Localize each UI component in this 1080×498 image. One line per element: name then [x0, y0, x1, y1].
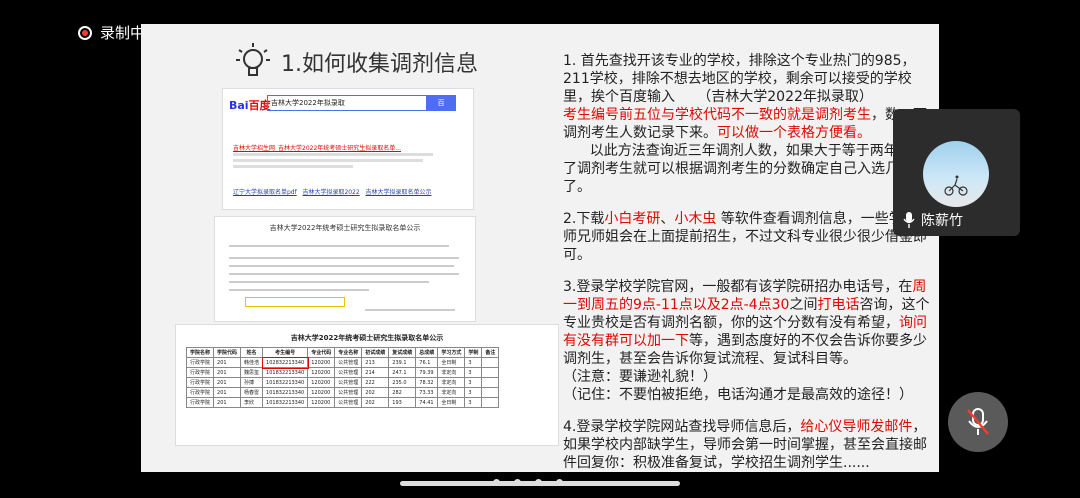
table-row: 行政学院 201 杨春雷 101832213340 120200 公共管理 202 282 73… — [185, 387, 500, 398]
table-cell: 222 — [361, 377, 390, 388]
table-cell — [481, 357, 500, 368]
slide-title-row: 1.如何收集调剂信息 — [235, 42, 478, 82]
table-cell: 101832213340 — [262, 367, 309, 378]
table-cell: 235.0 — [388, 377, 417, 388]
table-cell: 公共管理 — [334, 357, 363, 368]
table-cell: 214 — [361, 367, 390, 378]
recording-label: 录制中 — [100, 24, 146, 42]
baidu-related-searches: 辽宁大学拟录取名单pdf 吉林大学拟录取2022 吉林大学拟录取名单公示 — [233, 189, 432, 196]
participant-name-row: 陈薪竹 — [903, 210, 963, 230]
table-cell: 102832213340 — [261, 356, 309, 369]
table-cell: 201 — [213, 357, 242, 368]
cyclist-icon — [944, 175, 968, 196]
table-cell — [481, 387, 500, 398]
admission-notice-screenshot: 吉林大学2022年统考硕士研究生拟录取名单公示 — [214, 216, 476, 322]
table-cell: 韩佳浩 — [240, 357, 264, 368]
table-cell: 201 — [213, 387, 242, 398]
table-cell: 239.1 — [388, 357, 417, 368]
notice-heading: 吉林大学2022年统考硕士研究生拟录取名单公示 — [269, 224, 421, 232]
baidu-search-query: 吉林大学2022年拟录取 — [267, 95, 428, 111]
record-icon — [78, 25, 92, 40]
table-row: 行政学院 201 韩佳浩 102832213340 120200 公共管理 213 239.1… — [185, 356, 500, 369]
slide-text-column: 1. 首先查找开该专业的学校，排除这个专业热门的985，211学校，排除不想去地… — [563, 52, 939, 472]
table-cell: 魏思玺 — [240, 367, 264, 378]
table-cell: 3 — [464, 387, 483, 398]
table-cell: 3 — [464, 367, 483, 378]
table-cell: 120200 — [307, 367, 336, 378]
table-cell: 120200 — [307, 387, 336, 398]
table-cell: 120200 — [307, 397, 336, 408]
table-cell: 3 — [464, 357, 483, 368]
table-cell: 行政学院 — [185, 357, 215, 368]
table-cell: 201 — [213, 397, 242, 408]
paragraph-2: 2.下载小白考研、小木虫 等软件查看调剂信息，一些学师，师兄师姐会在上面提前招生… — [563, 211, 931, 263]
table-cell: 公共管理 — [334, 397, 363, 408]
table-cell: 3 — [464, 397, 483, 408]
table-cell: 行政学院 — [185, 367, 215, 378]
admission-table-screenshot: 吉林大学2022年统考硕士研究生拟录取名单公示 学院名称 学院代码 姓名 考生编号 专业… — [175, 324, 559, 446]
table-cell: 201 — [213, 367, 242, 378]
table-cell: 孙搏 — [240, 377, 264, 388]
table-cell — [481, 367, 500, 378]
table-row: 行政学院 201 李欣 101832213340 120200 公共管理 202 193 74.… — [185, 397, 500, 408]
table-cell: 全日制 — [437, 357, 466, 368]
avatar — [923, 141, 989, 207]
paragraph-3: 3.登录学校学院官网，一般都有该学院研招办电话号，在周一到周五的9点-11点以及… — [563, 279, 930, 403]
table-cell: 202 — [361, 387, 390, 398]
admission-table: 学院名称 学院代码 姓名 考生编号 专业代码 专业名称 初试成绩 复试成绩 总成绩 学习方式 学制备… — [185, 347, 500, 408]
table-cell: 213 — [361, 357, 390, 368]
table-cell — [481, 397, 500, 408]
table-heading: 吉林大学2022年统考硕士研究生拟录取名单公示 — [290, 334, 444, 342]
table-cell: 202 — [361, 397, 390, 408]
table-cell: 73.33 — [415, 387, 439, 398]
slide-title: 1.如何收集调剂信息 — [281, 52, 478, 77]
recording-indicator[interactable]: 录制中 — [78, 22, 145, 43]
table-cell: 公共管理 — [334, 377, 363, 388]
attachment-highlight — [245, 297, 345, 307]
table-cell: 101832213340 — [262, 387, 309, 398]
shared-slide: 1.如何收集调剂信息 Bai百度 吉林大学2022年拟录取 百 吉林大学招生网_… — [141, 24, 939, 472]
table-cell: 公共管理 — [334, 367, 363, 378]
table-cell: 120200 — [307, 357, 336, 368]
table-cell: 公共管理 — [334, 387, 363, 398]
table-row: 行政学院 201 孙搏 101832213340 120200 公共管理 222 235.0 7… — [185, 377, 500, 388]
table-cell: 杨春雷 — [240, 387, 264, 398]
participant-name: 陈薪竹 — [921, 213, 963, 229]
baidu-logo: Bai百度 — [229, 99, 271, 112]
table-cell: 非定向 — [437, 377, 466, 388]
baidu-search-button: 百 — [426, 95, 456, 111]
table-cell: 79.39 — [415, 367, 439, 378]
table-cell: 3 — [464, 377, 483, 388]
paragraph-4: 4.登录学校学院网站查找导师信息后，给心仪导师发邮件，如果学校内部缺学生，导师会… — [563, 419, 927, 471]
baidu-search-screenshot: Bai百度 吉林大学2022年拟录取 百 吉林大学招生网_吉林大学2022年统考… — [222, 88, 474, 210]
table-cell: 78.32 — [415, 377, 439, 388]
table-cell: 74.41 — [415, 397, 439, 408]
table-cell: 全日制 — [437, 397, 466, 408]
table-cell: 行政学院 — [185, 377, 215, 388]
baidu-result-title: 吉林大学招生网_吉林大学2022年统考硕士研究生拟录取名单... — [233, 145, 401, 152]
table-cell: 282 — [388, 387, 417, 398]
table-cell: 非定向 — [437, 367, 466, 378]
table-cell: 247.1 — [388, 367, 417, 378]
table-cell: 201 — [213, 377, 242, 388]
table-cell: 76.1 — [415, 357, 439, 368]
participant-video-tile[interactable]: 陈薪竹 — [893, 109, 1020, 236]
table-cell: 行政学院 — [185, 387, 215, 398]
table-cell: 行政学院 — [185, 397, 215, 408]
table-cell — [481, 377, 500, 388]
microphone-muted-icon — [967, 408, 989, 435]
home-indicator[interactable] — [400, 481, 680, 486]
paragraph-1: 1. 首先查找开该专业的学校，排除这个专业热门的985，211学校，排除不想去地… — [563, 53, 927, 195]
table-cell: 193 — [388, 397, 417, 408]
lightbulb-icon — [236, 43, 270, 76]
table-row: 行政学院 201 魏思玺 101832213340 120200 公共管理 214 247.1… — [185, 367, 500, 378]
table-cell: 李欣 — [240, 397, 264, 408]
table-cell: 120200 — [307, 377, 336, 388]
table-cell: 非定向 — [437, 387, 466, 398]
table-cell: 101832213340 — [262, 397, 309, 408]
microphone-icon — [903, 212, 915, 228]
table-cell: 101832213340 — [262, 377, 309, 388]
mute-microphone-button[interactable] — [948, 392, 1008, 452]
